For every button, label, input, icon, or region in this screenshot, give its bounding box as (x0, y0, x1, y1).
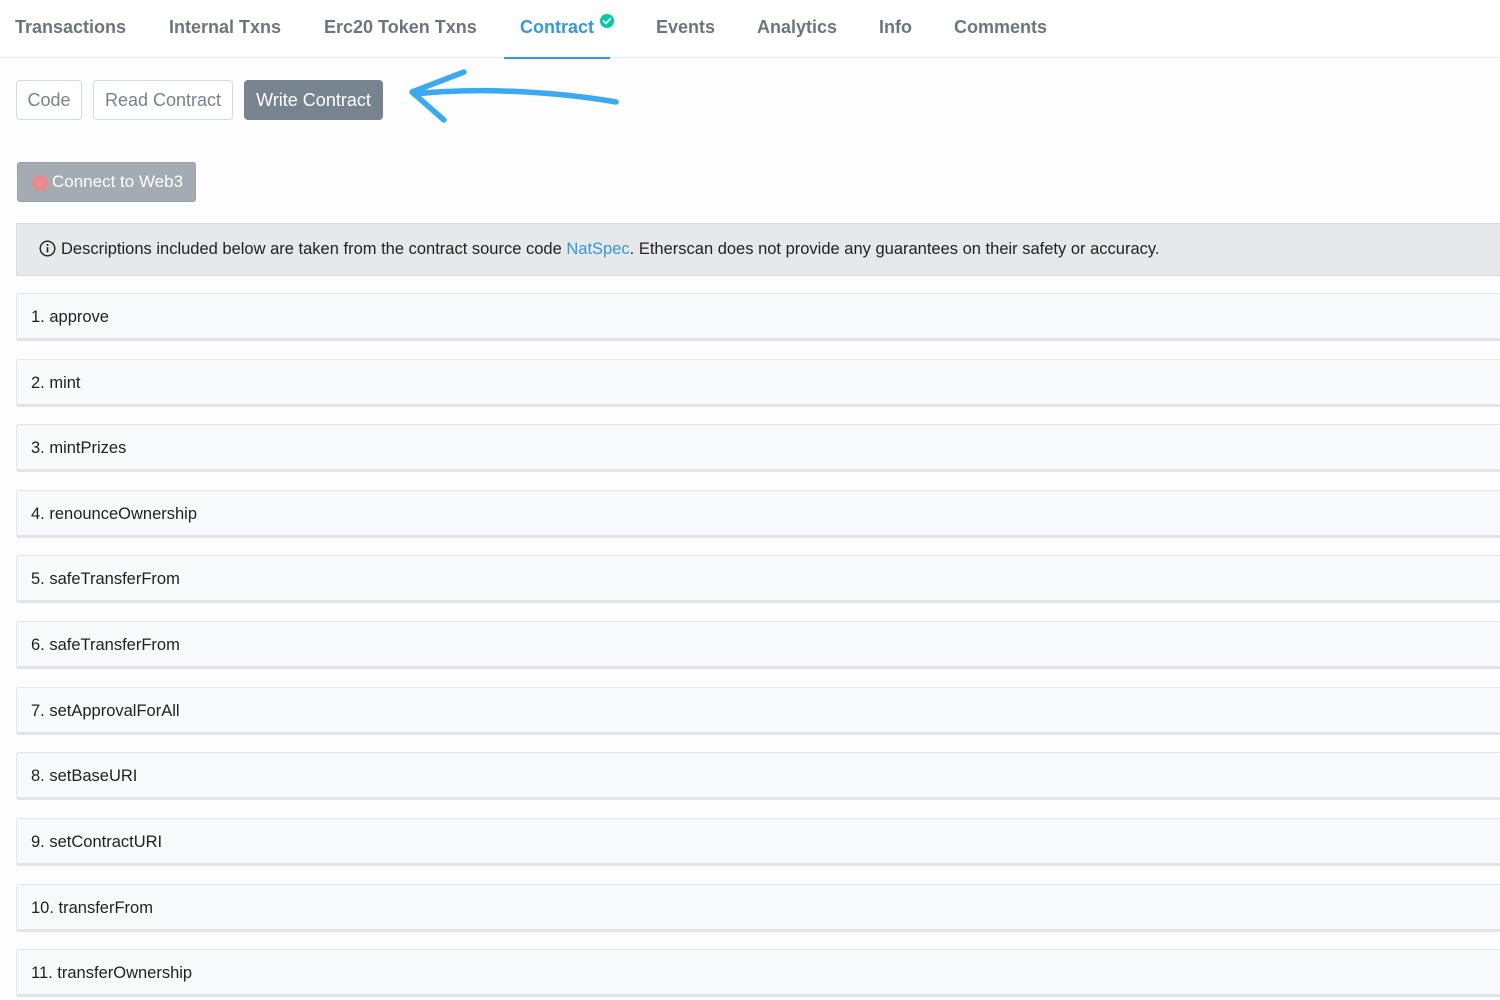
function-row-mint[interactable]: 2. mint (16, 359, 1500, 407)
info-icon (39, 240, 56, 257)
verified-check-icon (600, 14, 614, 28)
tab-internal-txns[interactable]: Internal Txns (169, 0, 281, 58)
function-row-approve[interactable]: 1. approve (16, 293, 1500, 341)
tab-transactions[interactable]: Transactions (15, 0, 126, 58)
connect-to-web3-label: Connect to Web3 (52, 172, 184, 191)
function-row-safe-transfer-from[interactable]: 5. safeTransferFrom (16, 555, 1500, 603)
code-button[interactable]: Code (16, 80, 82, 120)
function-row-renounce-ownership[interactable]: 4. renounceOwnership (16, 490, 1500, 538)
contract-page: Transactions Internal Txns Erc20 Token T… (0, 0, 1500, 1000)
connect-to-web3-button[interactable]: Connect to Web3 (17, 162, 196, 202)
tab-erc20-token-txns[interactable]: Erc20 Token Txns (324, 0, 477, 58)
arrow-pointing-left-icon (409, 69, 619, 123)
banner-text-end: . Etherscan does not provide any guarant… (629, 240, 1160, 258)
natspec-info-banner: Descriptions included below are taken fr… (16, 223, 1500, 276)
tab-events[interactable]: Events (656, 0, 715, 58)
function-row-safe-transfer-from-2[interactable]: 6. safeTransferFrom (16, 621, 1500, 669)
tab-info[interactable]: Info (879, 0, 912, 58)
write-contract-button[interactable]: Write Contract (244, 80, 383, 120)
tab-comments[interactable]: Comments (954, 0, 1047, 58)
function-row-transfer-from[interactable]: 10. transferFrom (16, 884, 1500, 932)
read-contract-button[interactable]: Read Contract (93, 80, 233, 120)
function-row-mint-prizes[interactable]: 3. mintPrizes (16, 424, 1500, 472)
active-tab-underline (504, 57, 611, 59)
function-row-set-approval-for-all[interactable]: 7. setApprovalForAll (16, 687, 1500, 735)
function-row-transfer-ownership[interactable]: 11. transferOwnership (16, 949, 1500, 997)
natspec-link[interactable]: NatSpec (566, 240, 629, 258)
tab-analytics[interactable]: Analytics (757, 0, 837, 58)
tab-contract-label: Contract (520, 17, 595, 37)
banner-text-start: Descriptions included below are taken fr… (61, 240, 567, 258)
tab-bar: Transactions Internal Txns Erc20 Token T… (0, 0, 1500, 59)
tab-contract[interactable]: Contract (504, 0, 614, 59)
function-row-set-base-uri[interactable]: 8. setBaseURI (16, 752, 1500, 800)
function-row-set-contract-uri[interactable]: 9. setContractURI (16, 818, 1500, 866)
connection-status-dot-icon (32, 175, 48, 191)
